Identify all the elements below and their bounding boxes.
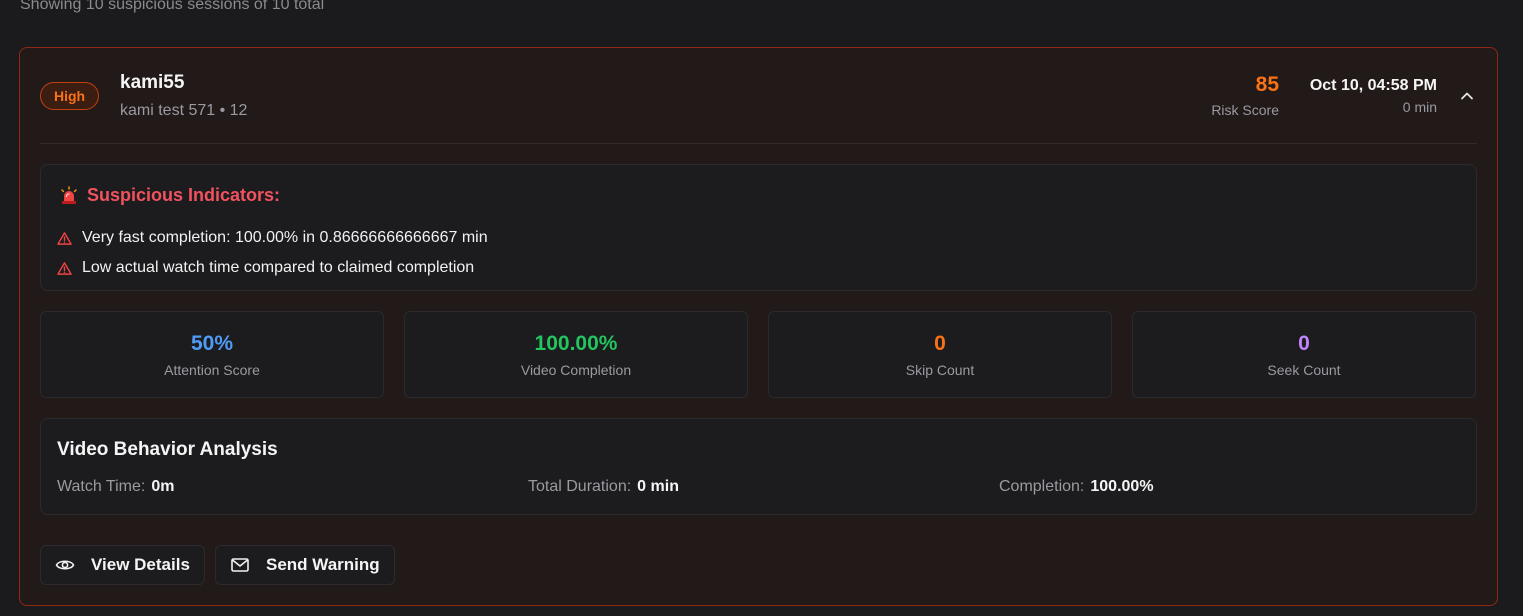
suspicious-indicators-panel: Suspicious Indicators: Very fast complet… [40,164,1477,291]
session-duration: 0 min [1402,99,1437,115]
indicators-list: Very fast completion: 100.00% in 0.86666… [57,223,488,283]
stat-label: Seek Count [1267,362,1341,378]
behavior-title: Video Behavior Analysis [57,439,278,460]
stats-row: 50% Attention Score 100.00% Video Comple… [40,311,1477,398]
alert-triangle-icon [57,231,72,246]
indicator-item: Very fast completion: 100.00% in 0.86666… [57,223,488,253]
completion-label: Completion: [999,478,1085,495]
indicator-item: Low actual watch time compared to claime… [57,253,488,283]
session-username: kami55 [120,72,185,93]
stat-value: 100.00% [534,332,618,355]
watch-time-label: Watch Time: [57,478,146,495]
session-subline: kami test 571 • 12 [120,102,248,119]
stat-value: 0 [934,332,946,355]
completion-value: 100.00% [1090,478,1154,495]
mail-icon [230,555,250,575]
completion-metric: Completion: 100.00% [999,478,1154,496]
indicators-heading: Suspicious Indicators: [59,185,280,206]
suspicious-session-card: High kami55 kami test 571 • 12 85 Risk S… [19,47,1498,606]
severity-badge: High [40,82,100,110]
watch-time-metric: Watch Time: 0m [57,478,174,496]
siren-icon [59,185,79,206]
session-header[interactable]: High kami55 kami test 571 • 12 85 Risk S… [40,48,1477,144]
session-date-block: Oct 10, 04:58 PM 0 min [1310,77,1437,115]
indicator-text: Very fast completion: 100.00% in 0.86666… [82,229,488,246]
stat-value: 50% [190,332,234,355]
stat-label: Attention Score [164,362,260,378]
collapse-button[interactable] [1457,86,1477,106]
stat-label: Video Completion [520,362,632,378]
indicator-text: Low actual watch time compared to claime… [82,259,475,276]
stat-label: Skip Count [905,362,975,378]
stat-value: 0 [1298,332,1310,355]
total-duration-value: 0 min [637,478,679,495]
session-summary: Showing 10 suspicious sessions of 10 tot… [20,0,325,13]
indicators-title: Suspicious Indicators: [87,185,281,205]
send-warning-label: Send Warning [266,555,380,574]
stat-seek-count: 0 Seek Count [1132,311,1476,398]
total-duration-label: Total Duration: [528,478,632,495]
view-details-button[interactable]: View Details [40,545,205,585]
chevron-up-icon [1460,89,1474,103]
risk-score-block: 85 Risk Score [1211,73,1279,118]
behavior-metrics: Watch Time: 0m Total Duration: 0 min Compl… [57,478,1460,498]
session-date: Oct 10, 04:58 PM [1309,77,1437,94]
alert-triangle-icon [57,261,72,276]
total-duration-metric: Total Duration: 0 min [528,478,679,496]
video-behavior-panel: Video Behavior Analysis Watch Time: 0m To… [40,418,1477,515]
stat-skip-count: 0 Skip Count [768,311,1112,398]
risk-score-value: 85 [1255,73,1279,96]
stat-video-completion: 100.00% Video Completion [404,311,748,398]
send-warning-button[interactable]: Send Warning [215,545,395,585]
eye-icon [55,555,75,575]
risk-score-label: Risk Score [1211,102,1279,118]
view-details-label: View Details [91,555,190,574]
stat-attention-score: 50% Attention Score [40,311,384,398]
watch-time-value: 0m [151,478,175,495]
